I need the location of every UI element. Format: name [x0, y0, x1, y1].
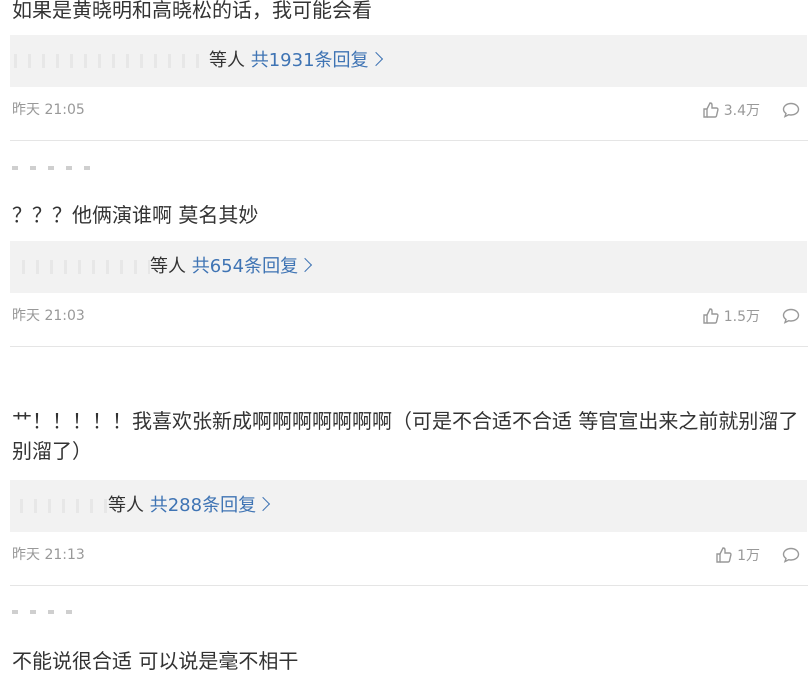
like-count: 1万: [737, 548, 760, 564]
replier-names-suffix: 等人: [209, 50, 245, 71]
comment-text: ？？？他俩演谁啊 莫名其妙: [12, 203, 259, 227]
like-count: 1.5万: [723, 309, 760, 325]
divider: [10, 346, 808, 347]
chevron-right-icon: [256, 496, 271, 512]
like-button[interactable]: 1.5万: [702, 306, 760, 326]
comment-timestamp: 昨天 21:13: [12, 547, 85, 563]
speech-bubble-icon: [782, 547, 800, 563]
comment-feed: 如果是黄晓明和高晓松的话，我可能会看 等人 共1931条回复 昨天 21:05 …: [0, 0, 808, 677]
like-count: 3.4万: [723, 103, 760, 119]
comment-timestamp: 昨天 21:03: [12, 308, 85, 324]
replier-names-blurred: [22, 260, 150, 274]
thumbs-up-icon: [703, 308, 719, 324]
replier-names-blurred: [14, 54, 209, 68]
reply-summary[interactable]: 等人 共288条回复: [10, 480, 807, 532]
replier-names-suffix: 等人: [150, 256, 186, 277]
username-blurred: [12, 166, 92, 170]
comment-text: 如果是黄晓明和高晓松的话，我可能会看: [12, 0, 372, 22]
view-replies-link[interactable]: 共654条回复: [192, 256, 298, 277]
comment-actions: 1万: [715, 545, 800, 565]
reply-button[interactable]: [782, 308, 800, 324]
chevron-right-icon: [298, 257, 313, 273]
thumbs-up-icon: [716, 547, 732, 563]
comment-actions: 1.5万: [702, 306, 800, 326]
view-replies-link[interactable]: 共1931条回复: [251, 50, 369, 71]
replier-names-blurred: [20, 499, 108, 513]
view-replies-link[interactable]: 共288条回复: [150, 495, 256, 516]
like-button[interactable]: 1万: [715, 545, 760, 565]
thumbs-up-icon: [703, 102, 719, 118]
reply-summary[interactable]: 等人 共1931条回复: [10, 35, 807, 87]
username-blurred: [12, 610, 80, 614]
divider: [10, 140, 808, 141]
chevron-right-icon: [368, 51, 383, 67]
comment-text: 不能说很合适 可以说是毫不相干: [12, 649, 299, 673]
reply-summary[interactable]: 等人 共654条回复: [10, 241, 807, 293]
replier-names-suffix: 等人: [108, 495, 144, 516]
comment-text: 艹！！！！！我喜欢张新成啊啊啊啊啊啊啊（可是不合适不合适 等官宣出来之前就别溜了…: [12, 409, 799, 463]
reply-button[interactable]: [782, 102, 800, 118]
like-button[interactable]: 3.4万: [702, 100, 760, 120]
divider: [10, 585, 808, 586]
comment-actions: 3.4万: [702, 100, 800, 120]
comment-timestamp: 昨天 21:05: [12, 102, 85, 118]
reply-button[interactable]: [782, 547, 800, 563]
speech-bubble-icon: [782, 102, 800, 118]
speech-bubble-icon: [782, 308, 800, 324]
